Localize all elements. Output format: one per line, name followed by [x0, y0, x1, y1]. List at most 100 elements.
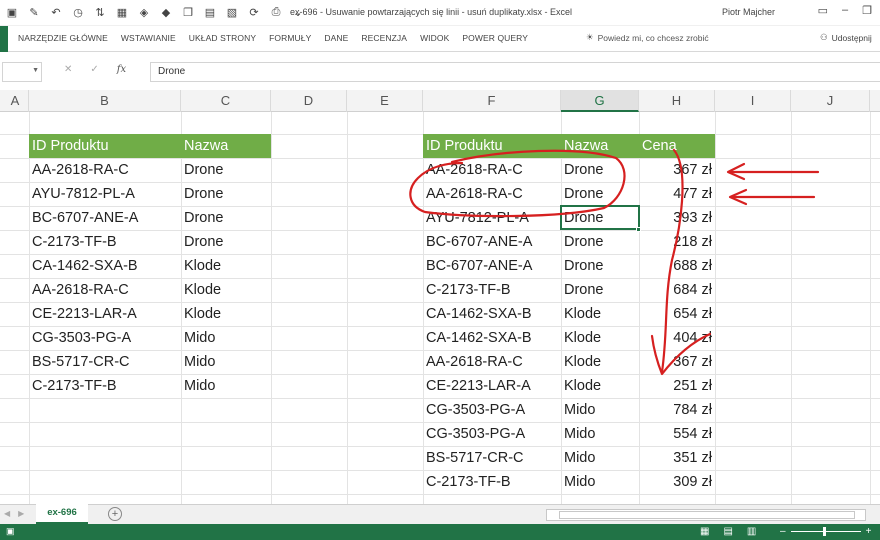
right-table-cell[interactable]: BC-6707-ANE-A: [423, 230, 561, 254]
right-table-cell[interactable]: 784 zł: [639, 398, 715, 422]
right-table-cell[interactable]: Klode: [561, 302, 639, 326]
right-table-cell[interactable]: AA-2618-RA-C: [423, 182, 561, 206]
left-table-cell[interactable]: Drone: [181, 206, 271, 230]
formula-input[interactable]: Drone: [150, 62, 880, 82]
tab-formulas[interactable]: FORMUŁY: [269, 33, 324, 43]
zoom-knob[interactable]: [822, 527, 826, 536]
column-header-d[interactable]: D: [271, 90, 347, 112]
add-sheet-button[interactable]: +: [108, 507, 122, 521]
left-table-cell[interactable]: Drone: [181, 158, 271, 182]
right-table-cell[interactable]: CA-1462-SXA-B: [423, 302, 561, 326]
right-table-cell[interactable]: AA-2618-RA-C: [423, 158, 561, 182]
right-table-cell[interactable]: 367 zł: [639, 350, 715, 374]
right-table-cell[interactable]: Drone: [561, 158, 639, 182]
horizontal-scrollbar[interactable]: [546, 509, 866, 521]
right-table-cell[interactable]: CG-3503-PG-A: [423, 398, 561, 422]
maximize-icon[interactable]: ❐: [862, 4, 872, 17]
right-table-cell[interactable]: Mido: [561, 446, 639, 470]
left-table-cell[interactable]: CA-1462-SXA-B: [29, 254, 181, 278]
column-header-j[interactable]: J: [791, 90, 870, 112]
right-table-cell[interactable]: 404 zł: [639, 326, 715, 350]
right-table-cell[interactable]: C-2173-TF-B: [423, 470, 561, 494]
right-table-cell[interactable]: 218 zł: [639, 230, 715, 254]
left-table-cell[interactable]: AA-2618-RA-C: [29, 278, 181, 302]
right-table-cell[interactable]: 309 zł: [639, 470, 715, 494]
column-header-b[interactable]: B: [29, 90, 181, 112]
active-cell-border[interactable]: [560, 205, 640, 230]
right-table-cell[interactable]: 688 zł: [639, 254, 715, 278]
right-table-cell[interactable]: Drone: [561, 278, 639, 302]
left-table-cell[interactable]: Mido: [181, 374, 271, 398]
copy-icon[interactable]: ❐: [180, 4, 196, 20]
left-table-cell[interactable]: Klode: [181, 302, 271, 326]
left-table-cell[interactable]: CE-2213-LAR-A: [29, 302, 181, 326]
right-table-cell[interactable]: 684 zł: [639, 278, 715, 302]
right-table-header[interactable]: ID Produktu: [423, 134, 561, 158]
sheet-tab-active[interactable]: ex-696: [36, 504, 88, 524]
sort-icon[interactable]: ⇅: [92, 4, 108, 20]
column-header-g[interactable]: G: [561, 90, 639, 112]
clock-icon[interactable]: ◷: [70, 4, 86, 20]
right-table-cell[interactable]: BC-6707-ANE-A: [423, 254, 561, 278]
right-table-cell[interactable]: Drone: [561, 182, 639, 206]
brush-icon[interactable]: ◆: [158, 4, 174, 20]
right-table-cell[interactable]: 554 zł: [639, 422, 715, 446]
worksheet-grid[interactable]: ID Produktu Nazwa AA-2618-RA-C Drone AYU-781…: [0, 112, 880, 504]
grid-icon[interactable]: ▦: [114, 4, 130, 20]
tab-power-query[interactable]: POWER QUERY: [462, 33, 541, 43]
right-table-cell[interactable]: Klode: [561, 350, 639, 374]
tell-me-box[interactable]: ☀ Powiedz mi, co chcesz zrobić: [586, 32, 709, 43]
right-table-cell[interactable]: 654 zł: [639, 302, 715, 326]
file-tab[interactable]: [0, 26, 8, 52]
fill-color-icon[interactable]: ◈: [136, 4, 152, 20]
left-table-cell[interactable]: CG-3503-PG-A: [29, 326, 181, 350]
right-table-cell[interactable]: 251 zł: [639, 374, 715, 398]
left-table-cell[interactable]: C-2173-TF-B: [29, 230, 181, 254]
prev-sheet-icon[interactable]: ◀: [4, 509, 10, 518]
next-sheet-icon[interactable]: ▶: [18, 509, 24, 518]
left-table-cell[interactable]: C-2173-TF-B: [29, 374, 181, 398]
zoom-in-icon[interactable]: +: [866, 526, 872, 537]
chevron-down-icon[interactable]: ▼: [32, 67, 39, 74]
left-table-cell[interactable]: Klode: [181, 254, 271, 278]
right-table-header[interactable]: Nazwa: [561, 134, 639, 158]
left-table-cell[interactable]: AYU-7812-PL-A: [29, 182, 181, 206]
left-table-header[interactable]: Nazwa: [181, 134, 271, 158]
undo-icon[interactable]: ↶: [48, 4, 64, 20]
image-icon[interactable]: ▧: [224, 4, 240, 20]
zoom-out-icon[interactable]: –: [780, 526, 786, 537]
right-table-cell[interactable]: 393 zł: [639, 206, 715, 230]
right-table-cell[interactable]: Klode: [561, 374, 639, 398]
left-table-cell[interactable]: Mido: [181, 326, 271, 350]
right-table-cell[interactable]: CA-1462-SXA-B: [423, 326, 561, 350]
right-table-cell[interactable]: BS-5717-CR-C: [423, 446, 561, 470]
left-table-cell[interactable]: Mido: [181, 350, 271, 374]
tab-insert[interactable]: WSTAWIANIE: [121, 33, 189, 43]
name-box[interactable]: ▼: [2, 62, 42, 82]
left-table-cell[interactable]: AA-2618-RA-C: [29, 158, 181, 182]
user-name[interactable]: Piotr Majcher: [722, 7, 775, 17]
left-table-cell[interactable]: Drone: [181, 230, 271, 254]
right-table-cell[interactable]: Klode: [561, 326, 639, 350]
eraser-icon[interactable]: ✎: [26, 4, 42, 20]
zoom-slider[interactable]: [790, 527, 861, 536]
left-table-cell[interactable]: BC-6707-ANE-A: [29, 206, 181, 230]
column-header-h[interactable]: H: [639, 90, 715, 112]
scrollbar-thumb[interactable]: [559, 511, 855, 519]
right-table-cell[interactable]: AYU-7812-PL-A: [423, 206, 561, 230]
ribbon-options-icon[interactable]: ▭: [818, 4, 828, 17]
right-table-cell[interactable]: Drone: [561, 230, 639, 254]
chart-icon[interactable]: ▤: [202, 4, 218, 20]
macro-record-icon[interactable]: ▣: [6, 526, 15, 537]
page-break-view-icon[interactable]: ▥: [747, 526, 756, 537]
tab-home[interactable]: NARZĘDZIE GŁÓWNE: [18, 33, 121, 43]
share-button[interactable]: ⚇ Udostępnij: [820, 32, 872, 43]
right-table-cell[interactable]: AA-2618-RA-C: [423, 350, 561, 374]
column-header-a[interactable]: A: [2, 90, 29, 112]
cancel-icon[interactable]: ✕: [64, 64, 72, 75]
right-table-cell[interactable]: CG-3503-PG-A: [423, 422, 561, 446]
left-table-header[interactable]: ID Produktu: [29, 134, 181, 158]
column-header-e[interactable]: E: [347, 90, 423, 112]
tab-review[interactable]: RECENZJA: [361, 33, 420, 43]
right-table-cell[interactable]: CE-2213-LAR-A: [423, 374, 561, 398]
